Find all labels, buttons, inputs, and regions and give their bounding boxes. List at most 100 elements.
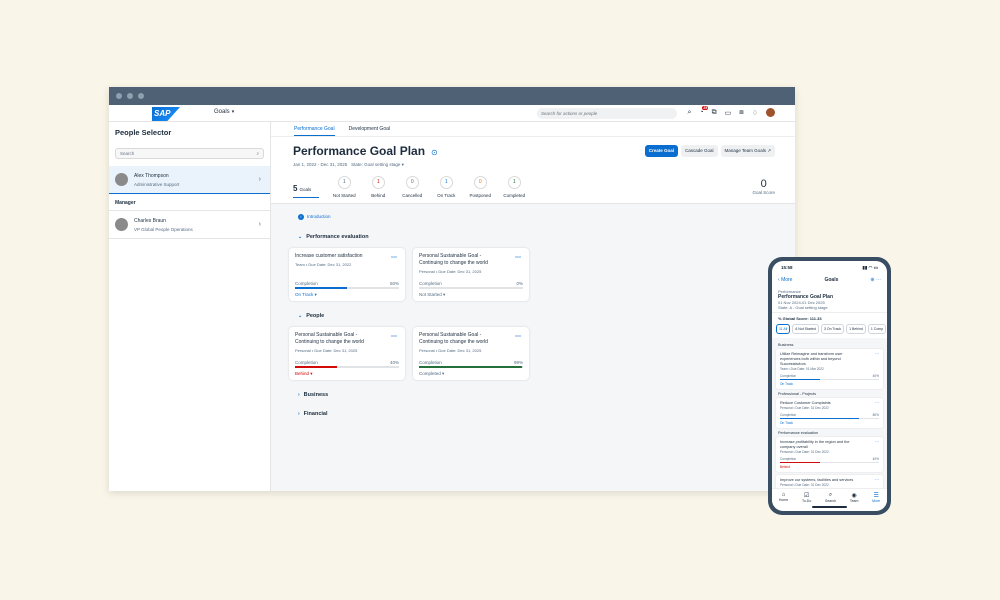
app-title-menu[interactable]: Goals ▾ bbox=[214, 109, 234, 115]
chevron-right-icon: › bbox=[298, 392, 300, 398]
goal-title[interactable]: Personal Sustainable Goal - Continuing t… bbox=[419, 332, 504, 346]
status-dropdown[interactable]: Not Started ▾ bbox=[419, 292, 445, 298]
notifications-icon[interactable]: ◔ 25 bbox=[699, 106, 709, 116]
tab-more[interactable]: ☰ More bbox=[872, 492, 880, 503]
more-options-icon[interactable]: ⋯ bbox=[515, 333, 521, 340]
external-link-icon: ↗ bbox=[767, 148, 771, 153]
manage-team-goals-button[interactable]: Manage Team Goals ↗ bbox=[720, 145, 775, 157]
more-options-icon[interactable]: ⋯ bbox=[875, 351, 879, 356]
back-button[interactable]: ‹ More bbox=[778, 277, 792, 283]
completion-percent: 0% bbox=[516, 281, 523, 286]
people-search-input[interactable]: Search ⌕ bbox=[115, 148, 264, 159]
goals-count-tab[interactable]: 5 Goals bbox=[293, 184, 320, 198]
mobile-nav-bar: ‹ More Goals ⊕ ⋯ bbox=[772, 271, 887, 287]
mobile-goal-card[interactable]: ⋯ Increase profitability in the region an… bbox=[776, 437, 883, 472]
mobile-section-label: Business bbox=[778, 343, 794, 347]
create-goal-button[interactable]: Create Goal bbox=[644, 145, 678, 157]
more-options-icon[interactable]: ⋯ bbox=[391, 254, 397, 261]
manager-person-item[interactable]: Charles Braun VP Global People Operations… bbox=[109, 211, 270, 239]
completion-percent: 50% bbox=[389, 281, 399, 286]
user-avatar[interactable] bbox=[766, 108, 775, 117]
window-dot[interactable] bbox=[138, 93, 144, 99]
cascade-goal-button[interactable]: Cascade Goal bbox=[680, 145, 718, 157]
tab-home[interactable]: ⌂ Home bbox=[779, 492, 788, 503]
status-dropdown[interactable]: On Track ▾ bbox=[295, 292, 317, 298]
goal-card[interactable]: Personal Sustainable Goal - Continuing t… bbox=[413, 327, 529, 380]
stat-not-started[interactable]: 1 Not Started bbox=[327, 176, 361, 198]
filter-behind[interactable]: 1 Behind bbox=[846, 324, 866, 334]
goal-card[interactable]: Increase customer satisfaction Team • Due… bbox=[289, 248, 405, 301]
search-icon: ⌕ bbox=[828, 492, 833, 498]
copilot-icon[interactable]: ⧉ bbox=[712, 109, 717, 117]
stat-on-track[interactable]: 1 On Track bbox=[429, 176, 463, 198]
filter-not-started[interactable]: 6 Not Started bbox=[792, 324, 819, 334]
mobile-title: Goals bbox=[824, 277, 839, 283]
mobile-goal-card[interactable]: ⋯ Reduce Customer Complaints Personal • Du… bbox=[776, 398, 883, 428]
mobile-screen: 15:58 ▮▮ ◠ ▭ ‹ More Goals ⊕ ⋯ Performance… bbox=[772, 261, 887, 511]
window-dot[interactable] bbox=[116, 93, 122, 99]
bell-icon[interactable]: ♢ bbox=[752, 109, 758, 117]
more-options-icon[interactable]: ⋯ bbox=[515, 254, 521, 261]
goal-card[interactable]: Personal Sustainable Goal - Continuing t… bbox=[289, 327, 405, 380]
add-icon[interactable]: ⊕ ⋯ bbox=[870, 277, 881, 283]
mobile-goal-card[interactable]: ⋯ Improve our systems, facilities and ser… bbox=[776, 475, 883, 488]
person-role: VP Global People Operations bbox=[134, 226, 193, 232]
stat-completed[interactable]: 1 Completed bbox=[497, 176, 531, 198]
completion-percent: 40% bbox=[389, 360, 399, 365]
chevron-right-icon: › bbox=[298, 411, 300, 417]
filter-on-track[interactable]: 3 On Track bbox=[820, 324, 845, 334]
mobile-plan-header[interactable]: Performance Performance Goal Plan 01 Nov… bbox=[772, 287, 887, 313]
stat-postponed[interactable]: 0 Postponed bbox=[463, 176, 497, 198]
tab-todo[interactable]: ☑ To-Do bbox=[802, 492, 811, 503]
selected-person-item[interactable]: Alex Thompson Administrative Support › bbox=[109, 166, 270, 194]
goal-title[interactable]: Personal Sustainable Goal - Continuing t… bbox=[295, 332, 380, 346]
group-business[interactable]: › Business bbox=[298, 392, 328, 398]
search-icon[interactable]: ⌕ bbox=[687, 109, 691, 117]
status-dropdown[interactable]: Completed ▾ bbox=[419, 371, 444, 377]
state-selector[interactable]: State: Goal setting stage bbox=[351, 162, 400, 167]
filter-completed[interactable]: 1 Comp bbox=[867, 324, 887, 334]
sap-logo[interactable]: SAP bbox=[152, 107, 180, 121]
products-icon[interactable]: ▭ bbox=[725, 109, 732, 117]
introduction-link[interactable]: i Introduction bbox=[298, 214, 331, 220]
stat-behind[interactable]: 1 Behind bbox=[361, 176, 395, 198]
group-people[interactable]: ⌄ People bbox=[298, 313, 324, 319]
window-dot[interactable] bbox=[127, 93, 133, 99]
goal-title[interactable]: Personal Sustainable Goal - Continuing t… bbox=[419, 253, 504, 267]
stat-cancelled[interactable]: 0 Cancelled bbox=[395, 176, 429, 198]
switch-icon[interactable]: ⧈ bbox=[739, 109, 743, 117]
people-selector-title: People Selector bbox=[115, 128, 172, 137]
signal-battery-icon: ▮▮ ◠ ▭ bbox=[862, 265, 878, 270]
chevron-down-icon: ⌄ bbox=[298, 234, 303, 240]
completion-bar bbox=[295, 287, 399, 289]
goal-score: 0 Goal Score bbox=[752, 178, 775, 195]
tab-development-goal[interactable]: Development Goal bbox=[349, 122, 390, 136]
tab-team[interactable]: ◉ Team bbox=[850, 492, 859, 503]
completion-percent: 99% bbox=[513, 360, 523, 365]
info-icon: i bbox=[298, 214, 304, 220]
mobile-filter-bar: 11 All 6 Not Started 3 On Track 1 Behind… bbox=[772, 324, 887, 334]
status-dropdown[interactable]: Behind ▾ bbox=[295, 371, 313, 377]
completion-bar bbox=[419, 366, 523, 368]
settings-circle-icon[interactable]: ⊙ bbox=[431, 148, 438, 157]
global-search-input[interactable]: Search for actions or people bbox=[537, 108, 677, 119]
tab-performance-goal[interactable]: Performance Goal bbox=[294, 122, 335, 136]
group-performance-evaluation[interactable]: ⌄ Performance evaluation bbox=[298, 234, 369, 240]
chevron-down-icon: ▾ bbox=[231, 109, 235, 115]
tab-search[interactable]: ⌕ Search bbox=[825, 492, 836, 503]
group-financial[interactable]: › Financial bbox=[298, 411, 328, 417]
search-icon: ⌕ bbox=[256, 151, 259, 156]
completion-label: Completion bbox=[419, 360, 442, 365]
stat-value: 1 bbox=[337, 176, 351, 189]
goal-title[interactable]: Increase customer satisfaction bbox=[295, 253, 380, 260]
goal-card[interactable]: Personal Sustainable Goal - Continuing t… bbox=[413, 248, 529, 301]
mobile-phone-frame: 15:58 ▮▮ ◠ ▭ ‹ More Goals ⊕ ⋯ Performance… bbox=[768, 257, 891, 515]
filter-all[interactable]: 11 All bbox=[776, 324, 791, 334]
person-name: Charles Braun bbox=[134, 217, 166, 224]
mobile-score: % Global Score: 111.33 bbox=[778, 316, 822, 321]
mobile-goal-card[interactable]: ⋯ Utilize Reimagine and transform user ex… bbox=[776, 349, 883, 389]
more-options-icon[interactable]: ⋯ bbox=[875, 439, 879, 444]
more-options-icon[interactable]: ⋯ bbox=[875, 477, 879, 482]
more-options-icon[interactable]: ⋯ bbox=[875, 400, 879, 405]
more-options-icon[interactable]: ⋯ bbox=[391, 333, 397, 340]
